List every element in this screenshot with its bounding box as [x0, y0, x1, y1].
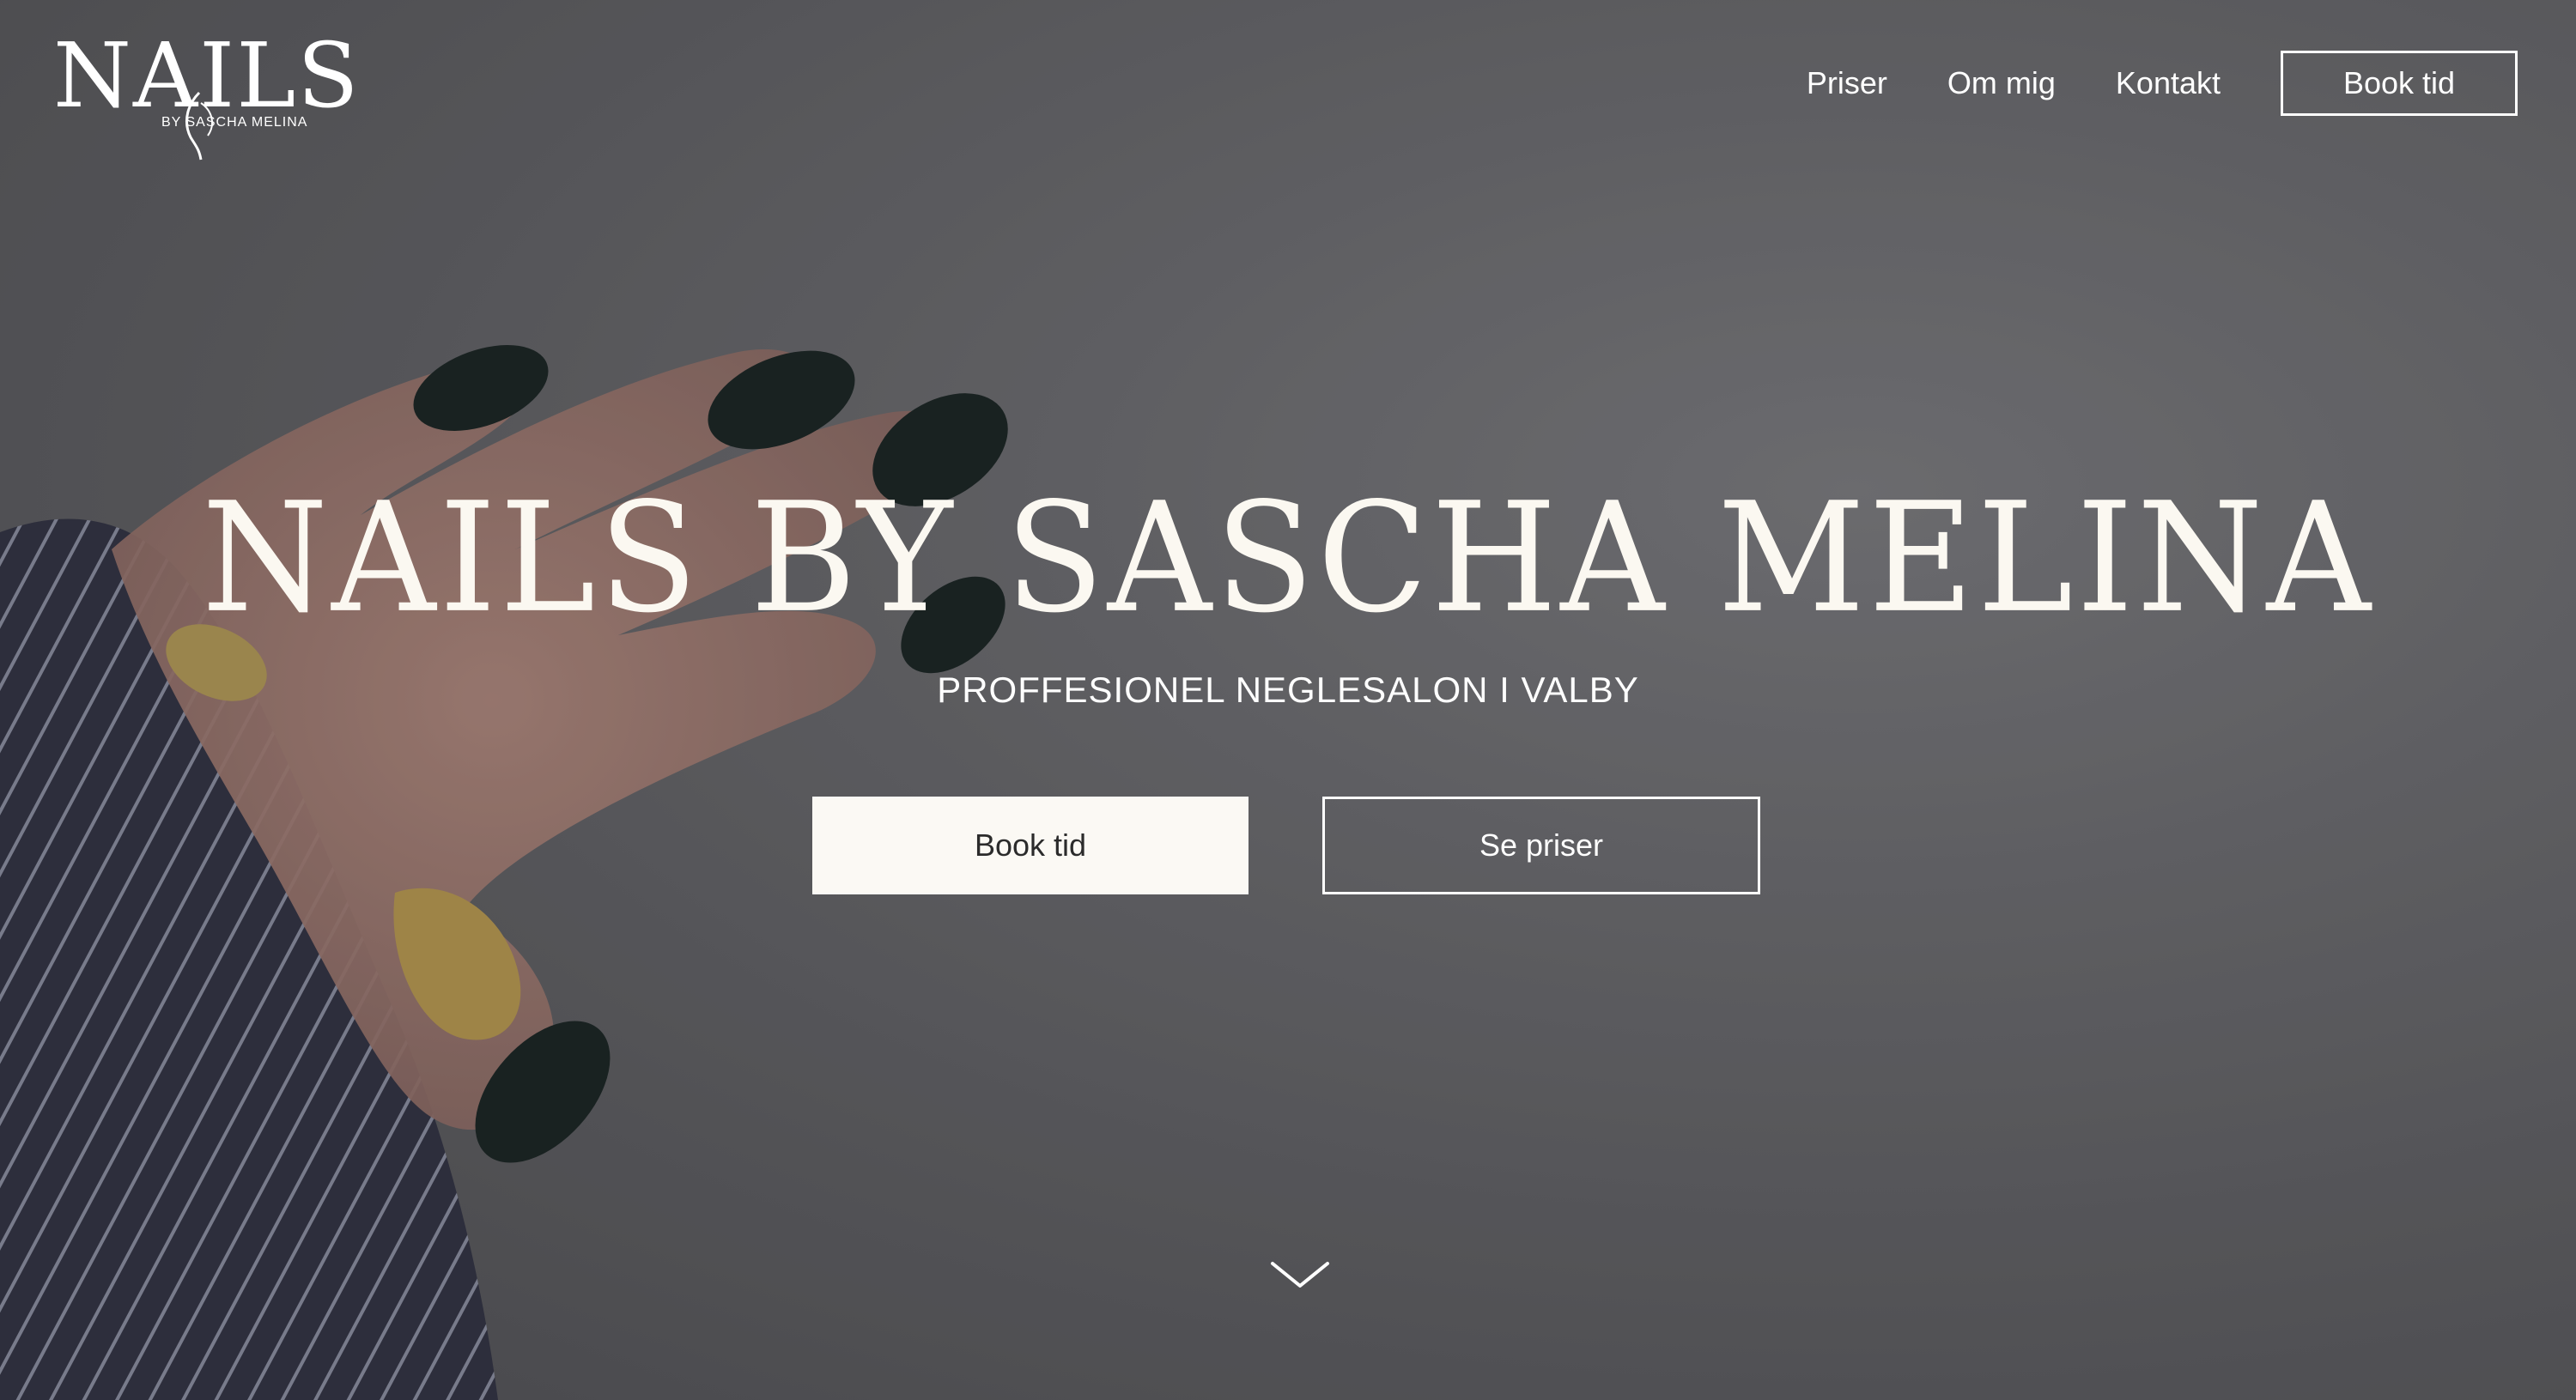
nav-link-kontakt[interactable]: Kontakt [2116, 65, 2221, 101]
hero-cta-group: Book tid Se priser [812, 797, 1760, 896]
nav-link-priser[interactable]: Priser [1807, 65, 1887, 101]
header-book-button[interactable]: Book tid [2281, 51, 2518, 116]
main-navigation: Priser Om mig Kontakt Book tid [1807, 48, 2518, 118]
se-priser-button[interactable]: Se priser [1322, 797, 1760, 894]
logo-tagline: BY SASCHA MELINA [161, 115, 308, 130]
chevron-down-icon[interactable] [1269, 1258, 1331, 1293]
book-tid-button[interactable]: Book tid [812, 797, 1249, 894]
hero-title: NAILS BY SASCHA MELINA [202, 470, 2374, 646]
site-logo[interactable]: NAILS BY SASCHA MELINA [53, 31, 359, 161]
hero-section: NAILS BY SASCHA MELINA Priser Om mig Kon… [0, 0, 2576, 1400]
hero-subtitle: PROFFESIONEL NEGLESALON I VALBY [937, 670, 1639, 710]
nav-link-om-mig[interactable]: Om mig [1947, 65, 2056, 101]
